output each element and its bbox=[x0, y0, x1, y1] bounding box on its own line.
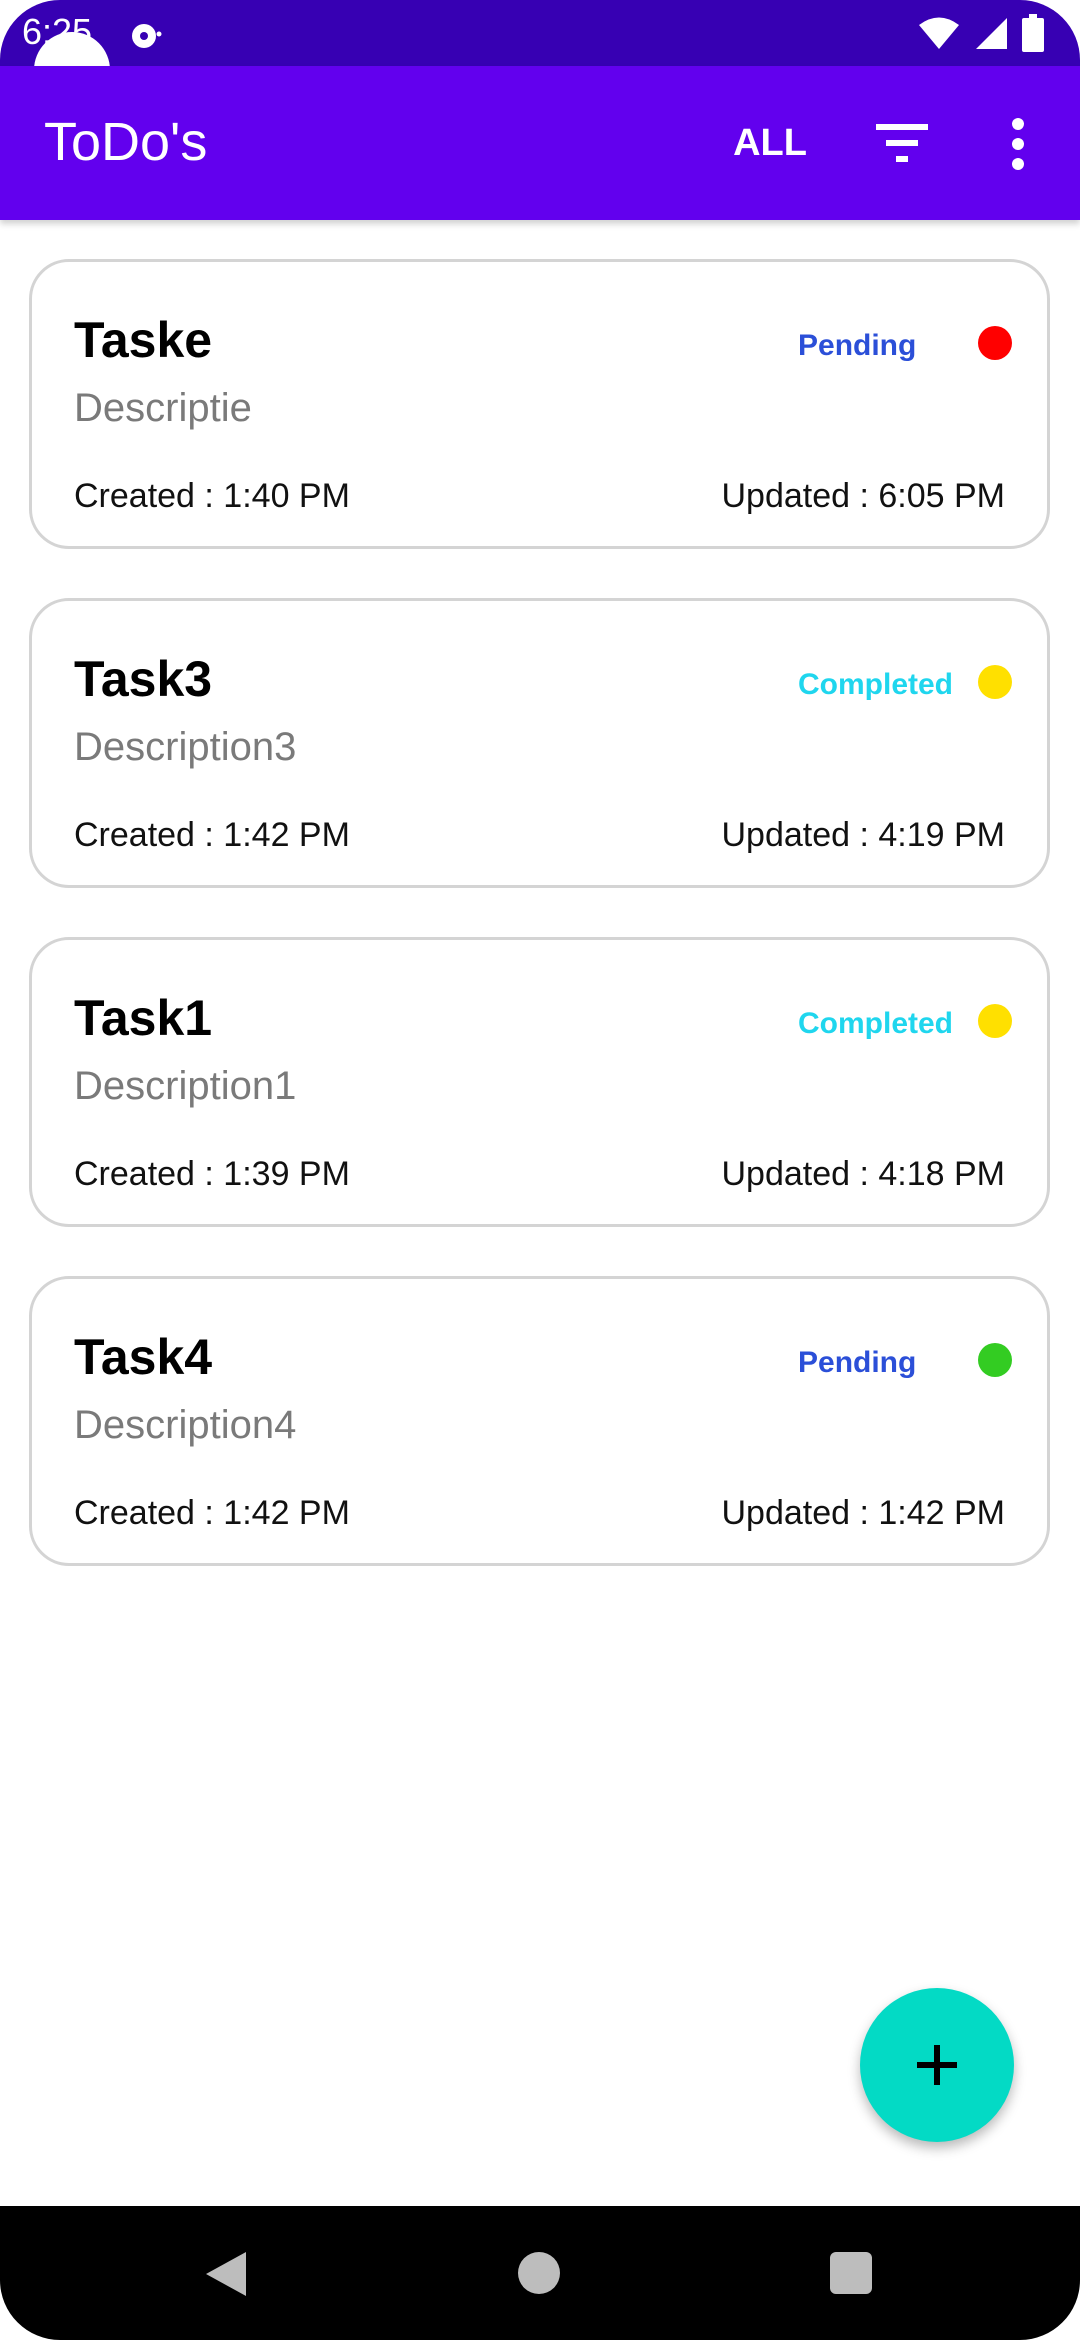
status-bar: 6:25 bbox=[0, 0, 1080, 66]
task-created: Created : 1:39 PM bbox=[74, 1155, 350, 1193]
plus-icon bbox=[917, 2045, 957, 2085]
app-bar: ToDo's ALL bbox=[0, 66, 1080, 220]
task-created: Created : 1:42 PM bbox=[74, 816, 350, 854]
navigation-bar bbox=[0, 2206, 1080, 2340]
task-card[interactable]: Taske Descriptie Pending Created : 1:40 … bbox=[29, 259, 1050, 549]
add-task-button[interactable] bbox=[860, 1988, 1014, 2142]
task-title: Task4 bbox=[74, 1329, 213, 1385]
task-card[interactable]: Task4 Description4 Pending Created : 1:4… bbox=[29, 1276, 1050, 1566]
task-description: Description4 bbox=[74, 1403, 297, 1447]
task-title: Task1 bbox=[74, 990, 213, 1046]
task-description: Description1 bbox=[74, 1064, 297, 1108]
task-created: Created : 1:42 PM bbox=[74, 1494, 350, 1532]
task-title: Task3 bbox=[74, 651, 213, 707]
filter-all-button[interactable]: ALL bbox=[710, 118, 830, 168]
priority-dot bbox=[978, 326, 1012, 360]
task-updated: Updated : 4:19 PM bbox=[721, 816, 1005, 854]
priority-dot bbox=[978, 665, 1012, 699]
task-description: Descriptie bbox=[74, 386, 252, 430]
priority-dot bbox=[978, 1343, 1012, 1377]
task-status: Completed bbox=[798, 668, 954, 701]
home-icon[interactable] bbox=[518, 2252, 560, 2294]
task-updated: Updated : 1:42 PM bbox=[721, 1494, 1005, 1532]
task-description: Description3 bbox=[74, 725, 297, 769]
task-status: Pending bbox=[798, 329, 917, 362]
task-created: Created : 1:40 PM bbox=[74, 477, 350, 515]
task-title: Taske bbox=[74, 312, 213, 368]
task-updated: Updated : 4:18 PM bbox=[721, 1155, 1005, 1193]
task-status: Completed bbox=[798, 1007, 954, 1040]
task-updated: Updated : 6:05 PM bbox=[721, 477, 1005, 515]
wifi-icon bbox=[919, 17, 959, 49]
back-icon[interactable] bbox=[204, 2250, 248, 2298]
more-vert-icon[interactable] bbox=[1000, 114, 1036, 174]
screen: 6:25 ToDo's ALL Taske Descriptie Pending… bbox=[0, 0, 1080, 2340]
battery-icon bbox=[1022, 14, 1044, 52]
cellular-signal-icon bbox=[976, 18, 1007, 49]
recents-icon[interactable] bbox=[830, 2252, 872, 2294]
task-card[interactable]: Task1 Description1 Completed Created : 1… bbox=[29, 937, 1050, 1227]
notification-icon bbox=[132, 24, 162, 48]
task-card[interactable]: Task3 Description3 Completed Created : 1… bbox=[29, 598, 1050, 888]
app-title: ToDo's bbox=[44, 112, 208, 172]
task-status: Pending bbox=[798, 1346, 917, 1379]
priority-dot bbox=[978, 1004, 1012, 1038]
status-icons bbox=[918, 14, 1044, 52]
filter-icon[interactable] bbox=[872, 118, 932, 168]
